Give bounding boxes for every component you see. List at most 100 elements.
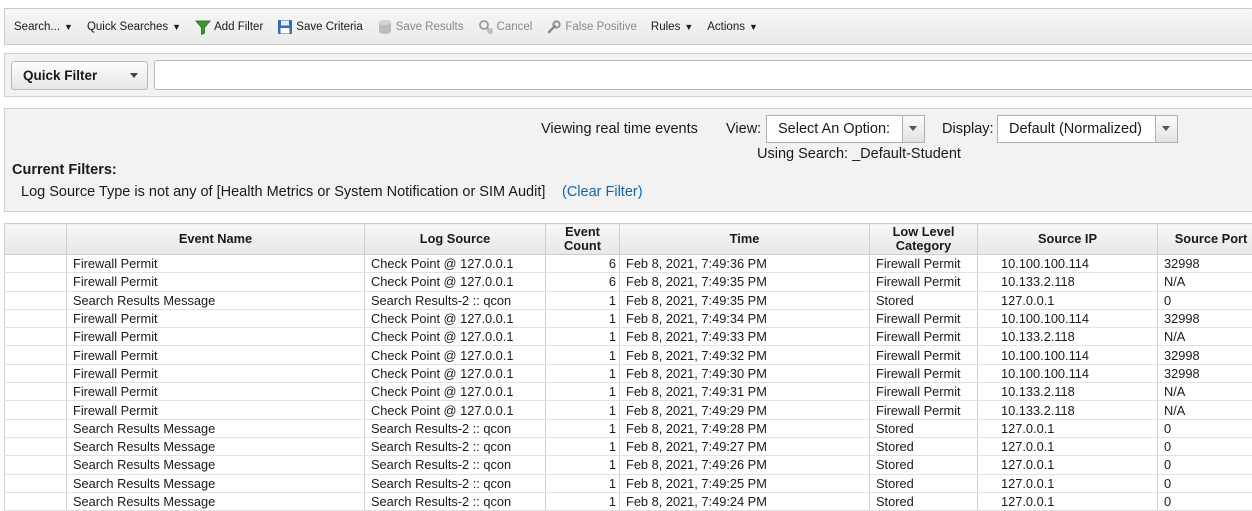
save-criteria-button[interactable]: Save Criteria xyxy=(277,19,362,35)
time-cell: Feb 8, 2021, 7:49:32 PM xyxy=(620,346,870,364)
time-cell: Feb 8, 2021, 7:49:29 PM xyxy=(620,401,870,419)
chevron-down-icon[interactable] xyxy=(1155,116,1177,142)
event-name-cell: Search Results Message xyxy=(67,492,365,510)
display-select-value: Default (Normalized) xyxy=(1009,121,1142,137)
log-source-cell: Search Results-2 :: qcon xyxy=(365,437,546,455)
event-name-cell: Firewall Permit xyxy=(67,401,365,419)
category-cell: Firewall Permit xyxy=(870,401,978,419)
caret-down-icon: ▼ xyxy=(749,22,758,32)
table-row[interactable]: Firewall PermitCheck Point @ 127.0.0.11F… xyxy=(5,309,1252,327)
row-select-cell xyxy=(5,309,67,327)
table-row[interactable]: Search Results MessageSearch Results-2 :… xyxy=(5,437,1252,455)
table-row[interactable]: Search Results MessageSearch Results-2 :… xyxy=(5,456,1252,474)
table-row[interactable]: Search Results MessageSearch Results-2 :… xyxy=(5,419,1252,437)
chevron-down-icon xyxy=(130,73,138,78)
quick-searches-menu[interactable]: Quick Searches ▼ xyxy=(87,21,181,33)
table-row[interactable]: Search Results MessageSearch Results-2 :… xyxy=(5,474,1252,492)
view-label: View: xyxy=(726,121,761,137)
log-source-cell: Check Point @ 127.0.0.1 xyxy=(365,273,546,291)
toolbar: Search... ▼ Quick Searches ▼ Add Filter … xyxy=(4,8,1252,45)
source-port-cell: 0 xyxy=(1158,474,1252,492)
log-source-cell: Search Results-2 :: qcon xyxy=(365,456,546,474)
search-menu-label: Search... xyxy=(14,21,60,33)
rules-menu[interactable]: Rules ▼ xyxy=(651,21,693,33)
clear-filter-link[interactable]: (Clear Filter) xyxy=(562,184,643,200)
table-row[interactable]: Firewall PermitCheck Point @ 127.0.0.11F… xyxy=(5,383,1252,401)
source-port-cell: 0 xyxy=(1158,437,1252,455)
save-results-label: Save Results xyxy=(396,21,464,33)
view-select[interactable]: Select An Option: xyxy=(766,115,925,143)
table-row[interactable]: Firewall PermitCheck Point @ 127.0.0.11F… xyxy=(5,364,1252,382)
table-row[interactable]: Firewall PermitCheck Point @ 127.0.0.11F… xyxy=(5,346,1252,364)
row-select-cell xyxy=(5,364,67,382)
table-row[interactable]: Search Results MessageSearch Results-2 :… xyxy=(5,291,1252,309)
false-positive-button[interactable]: False Positive xyxy=(546,19,637,35)
quick-filter-input[interactable] xyxy=(154,60,1252,90)
source-port-column-header[interactable]: Source Port xyxy=(1158,224,1252,255)
search-info-panel: Viewing real time events View: Select An… xyxy=(4,108,1252,212)
category-cell: Firewall Permit xyxy=(870,364,978,382)
time-cell: Feb 8, 2021, 7:49:34 PM xyxy=(620,309,870,327)
table-header-row: Event NameLog SourceEvent CountTimeLow L… xyxy=(5,224,1252,255)
source-ip-column-header[interactable]: Source IP xyxy=(978,224,1158,255)
table-row[interactable]: Firewall PermitCheck Point @ 127.0.0.16F… xyxy=(5,273,1252,291)
table-row[interactable]: Search Results MessageSearch Results-2 :… xyxy=(5,492,1252,510)
log-source-cell: Check Point @ 127.0.0.1 xyxy=(365,383,546,401)
event-name-cell: Firewall Permit xyxy=(67,383,365,401)
source-ip-cell: 127.0.0.1 xyxy=(978,437,1158,455)
save-criteria-label: Save Criteria xyxy=(296,21,362,33)
table-row[interactable]: Firewall PermitCheck Point @ 127.0.0.11F… xyxy=(5,328,1252,346)
view-select-value: Select An Option: xyxy=(778,121,890,137)
time-cell: Feb 8, 2021, 7:49:31 PM xyxy=(620,383,870,401)
log-source-column-header[interactable]: Log Source xyxy=(365,224,546,255)
event-count-column-header[interactable]: Event Count xyxy=(546,224,620,255)
source-port-cell: 0 xyxy=(1158,492,1252,510)
category-cell: Firewall Permit xyxy=(870,328,978,346)
log-source-cell: Check Point @ 127.0.0.1 xyxy=(365,255,546,273)
category-cell: Firewall Permit xyxy=(870,346,978,364)
chevron-down-icon[interactable] xyxy=(902,116,924,142)
low-level-category-column-header[interactable]: Low Level Category xyxy=(870,224,978,255)
database-icon xyxy=(377,19,393,35)
time-cell: Feb 8, 2021, 7:49:25 PM xyxy=(620,474,870,492)
event-name-cell: Firewall Permit xyxy=(67,255,365,273)
table-body: Firewall PermitCheck Point @ 127.0.0.16F… xyxy=(5,255,1252,511)
log-source-cell: Check Point @ 127.0.0.1 xyxy=(365,309,546,327)
cancel-label: Cancel xyxy=(497,21,533,33)
time-cell: Feb 8, 2021, 7:49:28 PM xyxy=(620,419,870,437)
event-count-cell: 1 xyxy=(546,437,620,455)
event-name-cell: Firewall Permit xyxy=(67,273,365,291)
source-ip-cell: 10.100.100.114 xyxy=(978,255,1158,273)
table-row[interactable]: Firewall PermitCheck Point @ 127.0.0.16F… xyxy=(5,255,1252,273)
event-count-cell: 1 xyxy=(546,346,620,364)
source-ip-cell: 127.0.0.1 xyxy=(978,419,1158,437)
table-row[interactable]: Firewall PermitCheck Point @ 127.0.0.11F… xyxy=(5,401,1252,419)
search-menu[interactable]: Search... ▼ xyxy=(14,21,73,33)
log-source-cell: Search Results-2 :: qcon xyxy=(365,291,546,309)
category-cell: Stored xyxy=(870,419,978,437)
quick-filter-select[interactable]: Quick Filter xyxy=(11,61,148,90)
event-count-cell: 6 xyxy=(546,255,620,273)
quick-filter-bar: Quick Filter xyxy=(4,53,1252,97)
select-column-header[interactable] xyxy=(5,224,67,255)
row-select-cell xyxy=(5,401,67,419)
row-select-cell xyxy=(5,492,67,510)
log-source-cell: Search Results-2 :: qcon xyxy=(365,474,546,492)
event-count-cell: 1 xyxy=(546,456,620,474)
save-results-button[interactable]: Save Results xyxy=(377,19,464,35)
row-select-cell xyxy=(5,383,67,401)
display-select[interactable]: Default (Normalized) xyxy=(997,115,1178,143)
rules-menu-label: Rules xyxy=(651,21,680,33)
time-column-header[interactable]: Time xyxy=(620,224,870,255)
add-filter-button[interactable]: Add Filter xyxy=(195,19,263,35)
source-port-cell: N/A xyxy=(1158,401,1252,419)
quick-searches-label: Quick Searches xyxy=(87,21,168,33)
cancel-button[interactable]: Cancel xyxy=(478,19,533,35)
quick-filter-select-label: Quick Filter xyxy=(23,68,97,83)
source-ip-cell: 127.0.0.1 xyxy=(978,492,1158,510)
source-port-cell: 0 xyxy=(1158,291,1252,309)
display-label: Display: xyxy=(942,121,994,137)
event-name-column-header[interactable]: Event Name xyxy=(67,224,365,255)
source-port-cell: 0 xyxy=(1158,456,1252,474)
actions-menu[interactable]: Actions ▼ xyxy=(707,21,758,33)
